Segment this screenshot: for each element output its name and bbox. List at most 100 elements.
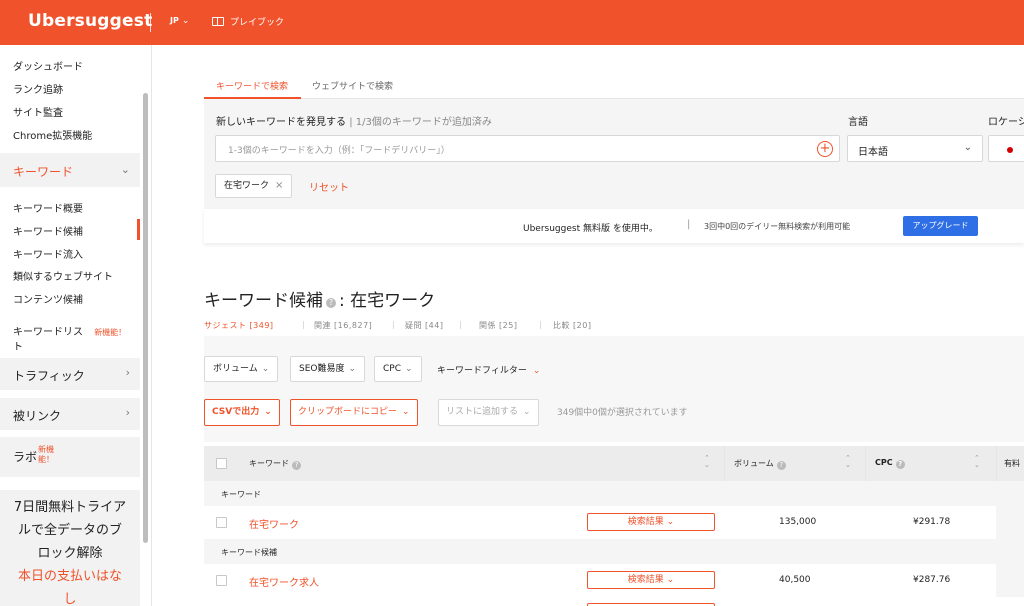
col-label: CPC	[875, 458, 893, 467]
table-row[interactable]: 在宅ワーク求人 検索結果 ⌄ 40,500 ¥287.76	[204, 564, 1024, 597]
sort-icon[interactable]: ⌃ ⌄	[974, 455, 980, 469]
button-label: リストに追加する	[446, 407, 519, 417]
subtab-prepositions[interactable]: 関係 [25]	[479, 320, 517, 331]
help-icon[interactable]: ?	[895, 460, 905, 469]
filter-label: SEO難易度	[299, 364, 345, 374]
help-icon[interactable]: ?	[776, 461, 786, 470]
sidebar-section-label: トラフィック	[13, 369, 85, 383]
chevron-down-icon: ⌄	[405, 364, 413, 374]
location-label: ロケーシ	[988, 117, 1024, 128]
help-icon[interactable]: ?	[292, 461, 301, 470]
sidebar-item-similar-websites[interactable]: 類似するウェブサイト	[13, 268, 113, 283]
csv-export-button[interactable]: CSVで出力 ⌄	[204, 399, 280, 426]
sort-icon[interactable]: ⌃ ⌄	[845, 455, 851, 469]
upgrade-button[interactable]: アップグレード	[903, 216, 978, 236]
col-volume[interactable]: ボリューム?	[734, 458, 786, 470]
promo-line: ルで全データのブ	[17, 523, 122, 538]
sidebar-section-labs[interactable]: ラボ 新機 能！	[0, 437, 140, 477]
keyword-chip[interactable]: 在宅ワーク ×	[215, 174, 293, 198]
subtab-related[interactable]: 関連 [16,827]	[314, 320, 372, 331]
new-badge-line: 能！	[38, 455, 54, 464]
japan-flag-icon	[1007, 147, 1013, 153]
close-icon[interactable]: ×	[275, 180, 283, 191]
search-count: 3回中0回のデイリー無料検索が利用可能	[704, 222, 851, 231]
col-paid[interactable]: 有料	[1004, 458, 1020, 469]
volume-value: 40,500	[779, 575, 811, 585]
chevron-down-icon: ⌄	[181, 16, 190, 26]
top-bar: Ubersuggest JP ⌄ プレイブック	[0, 0, 1024, 45]
keyword-input[interactable]: 1-3個のキーワードを入力（例：「フードデリバリー」） +	[215, 135, 840, 162]
sidebar-item-keyword-list[interactable]: キーワードリス 新機能！	[13, 323, 126, 338]
location-select[interactable]	[988, 135, 1024, 162]
subtab-questions[interactable]: 疑問 [44]	[405, 320, 443, 331]
help-icon[interactable]: ?	[326, 298, 336, 308]
sidebar-item-rank-tracking[interactable]: ランク追跡	[13, 81, 63, 96]
promo-line: 本日の支払いはな	[17, 569, 122, 584]
add-to-list-button[interactable]: リストに追加する ⌄	[438, 399, 539, 426]
sidebar-section-label: ラボ	[13, 450, 38, 464]
serp-button[interactable]: 検索結果 ⌄	[587, 571, 715, 589]
search-panel: 新しいキーワードを発見する | 1/3個のキーワードが追加済み 1-3個のキーワ…	[204, 99, 1024, 209]
sidebar-item-keyword-overview[interactable]: キーワード概要	[13, 200, 83, 215]
plus-circle-icon[interactable]: +	[817, 141, 833, 157]
subtab-comparisons[interactable]: 比較 [20]	[553, 320, 591, 331]
playbook-link[interactable]: プレイブック	[212, 15, 284, 28]
group-label: キーワード候補	[221, 548, 277, 557]
volume-filter[interactable]: ボリューム ⌄	[204, 356, 279, 382]
sidebar-item-keyword-traffic[interactable]: キーワード流入	[13, 246, 83, 261]
tab-website-search[interactable]: ウェブサイトで検索	[312, 79, 393, 92]
active-indicator	[137, 219, 140, 240]
filter-label: ボリューム	[213, 364, 258, 374]
selected-count: 349個中0個が選択されています	[557, 408, 688, 418]
sidebar-item-keyword-ideas[interactable]: キーワード候補	[13, 223, 83, 238]
tab-keyword-search[interactable]: キーワードで検索	[216, 79, 288, 92]
trial-promo[interactable]: 7日間無料トライア ルで全データのブ ロック解除 本日の支払いはな し	[0, 490, 140, 606]
sidebar-section-keyword[interactable]: キーワード ⌄	[0, 153, 140, 187]
keyword-link[interactable]: 在宅ワーク求人	[249, 574, 319, 589]
cpc-filter[interactable]: CPC ⌄	[374, 356, 422, 382]
sidebar-item-site-audit[interactable]: サイト監査	[13, 104, 63, 119]
reset-link[interactable]: リセット	[309, 179, 349, 194]
sidebar-section-backlinks[interactable]: 被リンク ›	[0, 398, 140, 430]
new-badge-line: 新機	[38, 445, 54, 454]
playbook-label: プレイブック	[230, 18, 285, 28]
filter-label: CPC	[383, 364, 401, 374]
serp-label: 検索結果	[627, 575, 664, 585]
chevron-down-icon: ⌄	[264, 407, 272, 417]
table-row[interactable]: 在宅ワーク 検索結果 ⌄ 135,000 ¥291.78	[204, 506, 1024, 539]
language-switcher[interactable]: JP ⌄	[170, 16, 189, 26]
cpc-value: ¥287.76	[913, 575, 951, 585]
keyword-link[interactable]: 在宅ワーク	[249, 516, 299, 531]
sidebar-item-chrome-extension[interactable]: Chrome拡張機能	[13, 127, 92, 142]
col-keyword[interactable]: キーワード?	[249, 458, 301, 470]
sidebar-item-dashboard[interactable]: ダッシュボード	[13, 58, 83, 73]
copy-clipboard-button[interactable]: クリップボードにコピー ⌄	[290, 399, 418, 426]
sidebar-section-label: 被リンク	[13, 409, 62, 423]
keyword-filter[interactable]: キーワードフィルター ⌄	[437, 363, 540, 376]
language-label: 言語	[848, 117, 868, 128]
language-select[interactable]: 日本語 ⌄	[847, 135, 983, 162]
filter-area	[204, 336, 1024, 442]
sidebar-item-content-ideas[interactable]: コンテンツ候補	[13, 291, 83, 306]
col-cpc[interactable]: CPC?	[875, 458, 905, 469]
select-all-checkbox[interactable]	[216, 458, 227, 469]
search-sublabel: | 1/3個のキーワードが追加済み	[349, 117, 492, 128]
seo-difficulty-filter[interactable]: SEO難易度 ⌄	[290, 356, 366, 382]
row-checkbox[interactable]	[216, 517, 227, 528]
sidebar-section-traffic[interactable]: トラフィック ›	[0, 358, 140, 390]
button-label: クリップボードにコピー	[298, 407, 398, 417]
table-group-row: キーワード	[204, 481, 1024, 506]
paid-cell	[996, 506, 1024, 539]
subtab-suggest[interactable]: サジェスト [349]	[204, 320, 274, 331]
chevron-down-icon: ⌄	[402, 407, 410, 417]
subtab-separator: |	[392, 320, 395, 329]
header-divider	[150, 13, 151, 32]
sort-icon[interactable]: ⌃ ⌄	[704, 455, 710, 469]
language-value: 日本語	[858, 147, 888, 158]
group-label: キーワード	[221, 490, 261, 499]
serp-button[interactable]: 検索結果 ⌄	[587, 513, 715, 531]
sidebar-scrollbar[interactable]	[143, 93, 148, 543]
logo[interactable]: Ubersuggest	[28, 11, 152, 31]
chevron-down-icon: ⌄	[963, 142, 972, 153]
row-checkbox[interactable]	[216, 575, 227, 586]
